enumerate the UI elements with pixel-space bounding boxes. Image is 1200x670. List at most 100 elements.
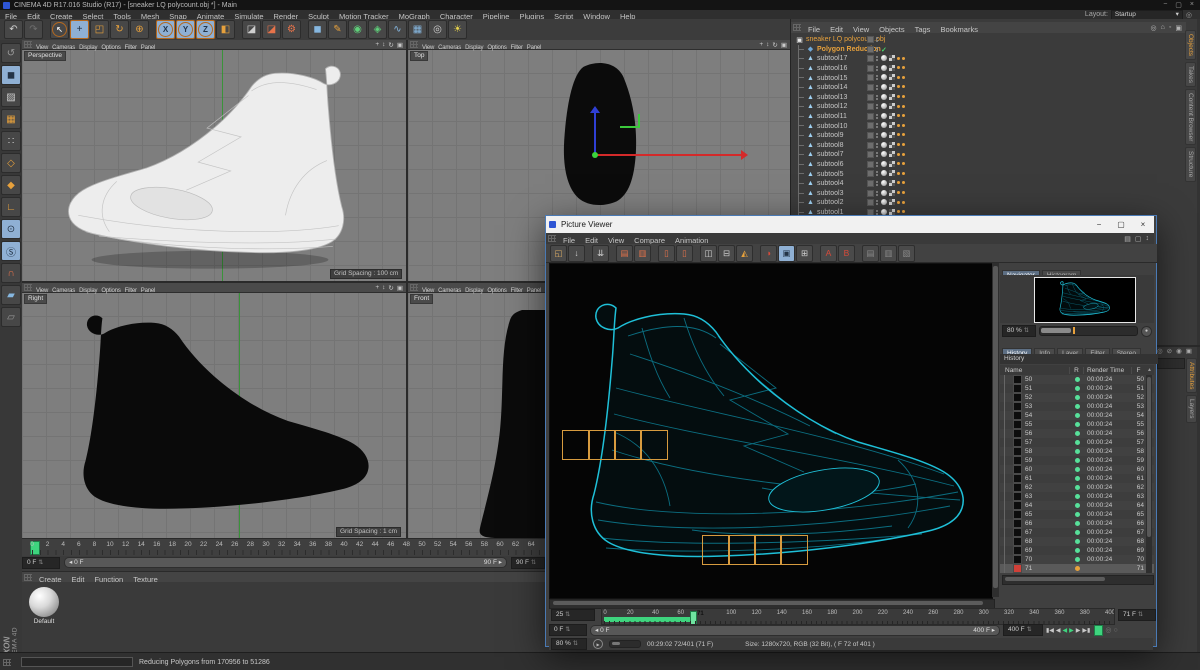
history-row[interactable]: 6300:00:2463 <box>1000 492 1154 501</box>
record-icon[interactable] <box>1094 625 1103 636</box>
texture-tag-icon[interactable] <box>881 55 887 61</box>
rendered-image-canvas[interactable] <box>549 263 993 599</box>
am-tab-attributes[interactable]: Attributes <box>1186 358 1197 393</box>
viewport-menu-view[interactable]: View <box>34 288 50 294</box>
undo-icon[interactable]: ↶ <box>4 20 23 39</box>
object-row-subtool12[interactable]: ▲subtool12 <box>793 102 1185 112</box>
uv-tag-icon[interactable] <box>889 132 895 138</box>
selection-tag-icon[interactable] <box>902 201 905 204</box>
viewport-menu-view[interactable]: View <box>420 288 436 294</box>
dolly-icon[interactable]: ↕ <box>382 41 385 49</box>
uv-tag-icon[interactable] <box>889 84 895 90</box>
texture-mode-icon[interactable]: ▨ <box>1 87 21 107</box>
snap-icon[interactable]: Ⓢ <box>1 241 21 261</box>
selection-tag-icon[interactable] <box>897 114 900 117</box>
om-tab-takes[interactable]: Takes <box>1185 62 1196 87</box>
panel-grip-icon[interactable] <box>24 574 32 581</box>
layer-list-icon[interactable]: ▥ <box>880 245 897 262</box>
split-horizontal-icon[interactable]: ◫ <box>700 245 717 262</box>
viewport-menu-filter[interactable]: Filter <box>509 45 525 51</box>
texture-tag-icon[interactable] <box>881 132 887 138</box>
pv-close-icon[interactable]: × <box>1132 216 1154 233</box>
selection-tag-icon[interactable] <box>902 181 905 184</box>
object-row-subtool4[interactable]: ▲subtool4 <box>793 179 1185 189</box>
history-row[interactable]: 5300:00:2453 <box>1000 402 1154 411</box>
deformer-icon[interactable]: ∿ <box>388 20 407 39</box>
lock-z-axis-icon[interactable]: Z <box>196 20 215 39</box>
fit-to-view-icon[interactable]: ▣ <box>778 245 795 262</box>
visibility-dots-icon[interactable] <box>876 191 878 196</box>
pv-timeline-ruler[interactable]: 0204060100120140160180200220240260280300… <box>601 608 1115 625</box>
go-end-icon[interactable]: ▶▮ <box>1082 627 1090 634</box>
enable-toggle-icon[interactable] <box>867 199 874 206</box>
magnet-icon[interactable]: ∩ <box>1 263 21 283</box>
texture-tag-icon[interactable] <box>881 94 887 100</box>
workplane-icon[interactable]: ▦ <box>1 109 21 129</box>
visibility-dots-icon[interactable] <box>876 47 878 52</box>
object-row-subtool9[interactable]: ▲subtool9 <box>793 131 1185 141</box>
pan-icon[interactable]: + <box>375 284 379 292</box>
texture-tag-icon[interactable] <box>881 142 887 148</box>
workplane-snap-icon[interactable]: ▰ <box>1 285 21 305</box>
open-image-icon[interactable]: ◱ <box>550 245 567 262</box>
panel-grip-icon[interactable] <box>793 24 801 31</box>
viewport-label[interactable]: Perspective <box>24 51 66 61</box>
object-row-subtool8[interactable]: ▲subtool8 <box>793 141 1185 151</box>
uv-tag-icon[interactable] <box>889 151 895 157</box>
history-row[interactable]: 7171 <box>1000 564 1154 573</box>
save-image-icon[interactable]: ↓ <box>568 245 585 262</box>
pan-icon[interactable]: + <box>375 41 379 49</box>
menu-item-objects[interactable]: Objects <box>874 25 909 34</box>
history-row[interactable]: 6000:00:2460 <box>1000 465 1154 474</box>
texture-tag-icon[interactable] <box>881 180 887 186</box>
object-row-root[interactable]: ▣sneaker LQ polycount.obj <box>793 35 1185 45</box>
dolly-icon[interactable]: ↕ <box>766 41 769 49</box>
viewport-menu-filter[interactable]: Filter <box>123 45 139 51</box>
selection-tag-icon[interactable] <box>902 191 905 194</box>
visibility-dots-icon[interactable] <box>876 162 878 167</box>
selection-tag-icon[interactable] <box>897 181 900 184</box>
history-row[interactable]: 6500:00:2465 <box>1000 510 1154 519</box>
split-vertical-icon[interactable]: ⊟ <box>718 245 735 262</box>
dolly-icon[interactable]: ↕ <box>382 284 385 292</box>
toggle-view-icon[interactable]: ▣ <box>781 41 787 49</box>
visibility-dots-icon[interactable] <box>876 66 878 71</box>
selection-tag-icon[interactable] <box>897 95 900 98</box>
om-tab-objects[interactable]: Objects <box>1185 30 1196 60</box>
sneaker-model-perspective[interactable] <box>60 57 360 279</box>
texture-tag-icon[interactable] <box>881 161 887 167</box>
object-row-subtool6[interactable]: ▲subtool6 <box>793 160 1185 170</box>
history-row[interactable]: 7000:00:2470 <box>1000 555 1154 564</box>
enable-toggle-icon[interactable] <box>867 74 874 81</box>
viewport-menu-options[interactable]: Options <box>485 45 508 51</box>
visibility-dots-icon[interactable] <box>876 95 878 100</box>
object-row-subtool3[interactable]: ▲subtool3 <box>793 189 1185 199</box>
history-row[interactable]: 5700:00:2457 <box>1000 438 1154 447</box>
frame-range-slider[interactable]: ◂ 0 F90 F ▸ <box>64 557 507 568</box>
history-row[interactable]: 6700:00:2467 <box>1000 528 1154 537</box>
pv-start-frame-spinner[interactable]: 0 F⇅ <box>549 624 587 636</box>
texture-tag-icon[interactable] <box>881 190 887 196</box>
interface-search-icon[interactable]: ◎ <box>1186 11 1192 19</box>
column-render-time[interactable]: Render Time <box>1084 367 1132 374</box>
object-row-subtool17[interactable]: ▲subtool17 <box>793 54 1185 64</box>
enable-toggle-icon[interactable] <box>867 161 874 168</box>
object-row-subtool14[interactable]: ▲subtool14 <box>793 83 1185 93</box>
texture-tag-icon[interactable] <box>881 199 887 205</box>
history-hscrollbar[interactable] <box>1002 575 1154 585</box>
rotate-icon[interactable]: ↻ <box>772 41 777 49</box>
sneaker-model-right[interactable] <box>42 306 402 536</box>
visibility-dots-icon[interactable] <box>876 114 878 119</box>
texture-tag-icon[interactable] <box>881 103 887 109</box>
prev-frame-icon[interactable]: ◀ <box>1056 627 1061 634</box>
single-view-icon[interactable]: ▢ <box>1135 235 1142 243</box>
selection-tag-icon[interactable] <box>902 153 905 156</box>
history-row[interactable]: 6800:00:2468 <box>1000 537 1154 546</box>
add-cube-icon[interactable]: ◼ <box>308 20 327 39</box>
texture-tag-icon[interactable] <box>881 84 887 90</box>
visibility-dots-icon[interactable] <box>876 37 878 42</box>
selection-tag-icon[interactable] <box>897 105 900 108</box>
selection-tag-icon[interactable] <box>897 76 900 79</box>
visibility-dots-icon[interactable] <box>876 133 878 138</box>
uv-tag-icon[interactable] <box>889 113 895 119</box>
